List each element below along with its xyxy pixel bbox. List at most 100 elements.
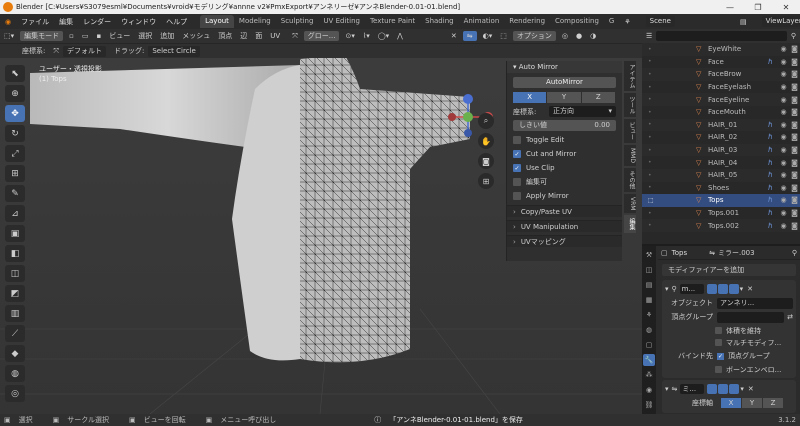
- tab-more[interactable]: G: [604, 15, 619, 28]
- menu-render[interactable]: レンダー: [78, 17, 116, 27]
- scene-props-icon[interactable]: ⚘: [643, 309, 655, 321]
- camera-icon[interactable]: ◙: [789, 159, 800, 167]
- eye-icon[interactable]: ◉: [778, 146, 789, 154]
- menu-help[interactable]: ヘルプ: [161, 17, 192, 27]
- poly-build-tool-icon[interactable]: ◆: [5, 345, 25, 362]
- tab-layout[interactable]: Layout: [200, 15, 234, 28]
- add-cube-tool-icon[interactable]: ▣: [5, 225, 25, 242]
- camera-icon[interactable]: ◙: [789, 83, 800, 91]
- eye-icon[interactable]: ◉: [778, 133, 789, 141]
- drag-dropdown[interactable]: Select Circle: [148, 45, 200, 57]
- tab-compositing[interactable]: Compositing: [550, 15, 604, 28]
- realtime-toggle-icon[interactable]: [718, 383, 729, 394]
- object-field[interactable]: アンネリ...: [717, 297, 793, 309]
- mirror-x-icon[interactable]: ✕: [447, 32, 461, 40]
- camera-icon[interactable]: ◙: [789, 209, 800, 217]
- outliner-item-hair-05[interactable]: • ▽ HAIR_05 ℏ ◉ ◙: [642, 168, 800, 182]
- shading-material-icon[interactable]: ◑: [586, 32, 600, 40]
- outliner-item-hair-04[interactable]: • ▽ HAIR_04 ℏ ◉ ◙: [642, 156, 800, 169]
- maximize-icon[interactable]: ❐: [744, 3, 772, 12]
- menu-edit[interactable]: 編集: [54, 17, 78, 27]
- knife-tool-icon[interactable]: ⟋: [5, 325, 25, 342]
- tab-modeling[interactable]: Modeling: [234, 15, 276, 28]
- ortho-grid-icon[interactable]: ⊞: [478, 173, 494, 189]
- outliner-editor-icon[interactable]: ☰: [646, 32, 652, 40]
- outliner-item-facebrow[interactable]: • ▽ FaceBrow ◉ ◙: [642, 68, 800, 81]
- threshold-field[interactable]: しきい値 0.00: [513, 120, 616, 131]
- menu-vertex[interactable]: 頂点: [214, 31, 236, 41]
- eye-icon[interactable]: ◉: [778, 58, 789, 66]
- transform-orientation-icon[interactable]: ⤧: [288, 32, 302, 41]
- options-dropdown[interactable]: オプション: [512, 31, 556, 41]
- camera-icon[interactable]: ◙: [789, 184, 800, 192]
- auto-mirror-panel-header[interactable]: ▾ Auto Mirror: [507, 61, 622, 73]
- eye-icon[interactable]: ◉: [778, 222, 789, 230]
- tab-vrm[interactable]: VRM: [624, 193, 636, 214]
- select-mode-face-icon[interactable]: ▪: [93, 32, 106, 40]
- overlay-icon[interactable]: ◐▾: [479, 32, 497, 40]
- camera-icon[interactable]: ◙: [789, 121, 800, 129]
- select-mode-edge-icon[interactable]: ▭: [78, 32, 93, 40]
- edit-mode-toggle-icon[interactable]: [707, 383, 718, 394]
- tab-uv-editing[interactable]: UV Editing: [318, 15, 365, 28]
- modifier-name-field[interactable]: m...: [679, 283, 704, 294]
- outliner-item-face[interactable]: • ▽ Face ℏ ◉ ◙: [642, 56, 800, 69]
- viewlayer-selector[interactable]: ViewLayer: [761, 16, 800, 27]
- chevron-down-icon[interactable]: ▾: [665, 385, 669, 393]
- menu-edge[interactable]: 辺: [236, 31, 251, 41]
- measure-tool-icon[interactable]: ⊿: [5, 205, 25, 222]
- render-toggle-icon[interactable]: [728, 283, 739, 294]
- tab-tool[interactable]: ツール: [624, 93, 636, 117]
- xray-icon[interactable]: ⬚: [496, 32, 511, 40]
- menu-view[interactable]: ビュー: [105, 31, 134, 41]
- tab-shading[interactable]: Shading: [420, 15, 458, 28]
- tab-animation[interactable]: Animation: [459, 15, 505, 28]
- camera-icon[interactable]: ◙: [789, 146, 800, 154]
- extrude-tool-icon[interactable]: ◧: [5, 245, 25, 262]
- uv-manipulation-panel[interactable]: › UV Manipulation: [507, 220, 622, 232]
- object-props-icon[interactable]: ▢: [643, 339, 655, 351]
- annotate-tool-icon[interactable]: ✎: [5, 185, 25, 202]
- mirror-toggle-x[interactable]: ⇋: [462, 31, 477, 41]
- outliner-item-eyewhite[interactable]: • ▽ EyeWhite ◉ ◙: [642, 43, 800, 56]
- constraints-props-icon[interactable]: ⛓: [643, 399, 655, 411]
- dropdown-icon[interactable]: ▾: [740, 385, 744, 393]
- eye-icon[interactable]: ◉: [778, 159, 789, 167]
- eye-icon[interactable]: ◉: [778, 83, 789, 91]
- inset-tool-icon[interactable]: ◫: [5, 265, 25, 282]
- particles-props-icon[interactable]: ⁂: [643, 369, 655, 381]
- tab-view[interactable]: ビュー: [624, 119, 636, 143]
- transform-tool-icon[interactable]: ⊞: [5, 165, 25, 182]
- outliner-search-input[interactable]: [656, 31, 787, 41]
- tab-texture-paint[interactable]: Texture Paint: [365, 15, 420, 28]
- camera-icon[interactable]: ◙: [789, 96, 800, 104]
- tab-sculpting[interactable]: Sculpting: [276, 15, 319, 28]
- eye-icon[interactable]: ◉: [778, 108, 789, 116]
- cut-and-mirror-checkbox[interactable]: ✓ Cut and Mirror: [513, 149, 616, 159]
- outliner-item-tops[interactable]: ⬚ ▽ Tops ℏ ◉ ◙: [642, 194, 800, 207]
- edit-mode-toggle-icon[interactable]: [706, 283, 717, 294]
- modifier-name-field[interactable]: ミ...: [680, 383, 705, 394]
- camera-icon[interactable]: ◙: [789, 108, 800, 116]
- world-props-icon[interactable]: ◍: [643, 324, 655, 336]
- tab-edit[interactable]: 編集: [624, 215, 636, 234]
- chevron-down-icon[interactable]: ▾: [665, 285, 669, 293]
- toggle-edit-checkbox[interactable]: Toggle Edit: [513, 135, 616, 145]
- outliner-item-hair-02[interactable]: • ▽ HAIR_02 ℏ ◉ ◙: [642, 131, 800, 144]
- menu-face[interactable]: 面: [251, 31, 266, 41]
- render-toggle-icon[interactable]: [729, 383, 740, 394]
- axis-y-toggle[interactable]: Y: [742, 398, 762, 408]
- snap-icon[interactable]: ⌇▾: [359, 32, 374, 40]
- close-icon[interactable]: ✕: [772, 3, 800, 12]
- close-icon[interactable]: ✕: [747, 285, 753, 293]
- blender-menu-icon[interactable]: ◉: [0, 18, 16, 26]
- outliner-item-tops-002[interactable]: • ▽ Tops.002 ℏ ◉ ◙: [642, 219, 800, 232]
- menu-window[interactable]: ウィンドウ: [116, 17, 161, 27]
- axis-z-button[interactable]: Z: [581, 92, 615, 103]
- multi-modifier-checkbox[interactable]: マルチモディフ...: [715, 337, 793, 348]
- editor-type-icon[interactable]: ⬚▾: [0, 32, 18, 40]
- use-clip-checkbox[interactable]: ✓ Use Clip: [513, 163, 616, 173]
- preserve-volume-checkbox[interactable]: 体積を維持: [715, 325, 793, 336]
- camera-icon[interactable]: ◙: [789, 58, 800, 66]
- falloff-icon[interactable]: ⋀: [393, 32, 407, 40]
